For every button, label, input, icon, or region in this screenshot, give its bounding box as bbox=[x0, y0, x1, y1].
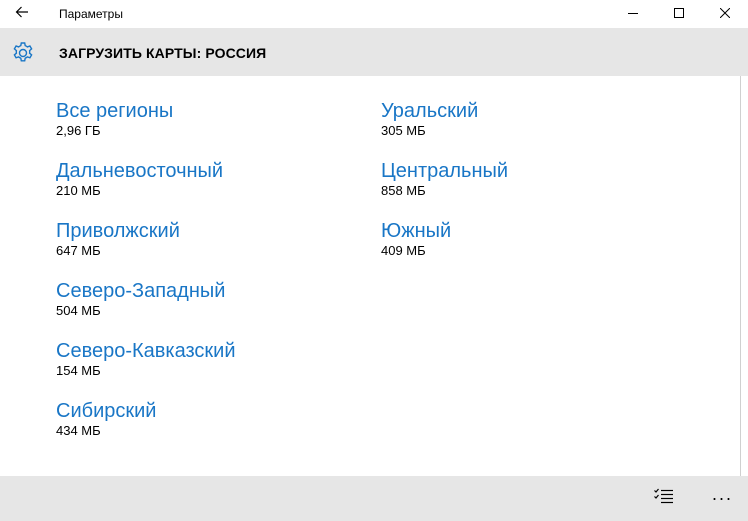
region-name: Северо-Кавказский bbox=[56, 340, 236, 362]
region-size: 2,96 ГБ bbox=[56, 123, 101, 138]
region-item-siberian[interactable]: Сибирский 434 МБ bbox=[56, 398, 236, 458]
region-item-ural[interactable]: Уральский 305 МБ bbox=[381, 98, 508, 158]
region-name: Сибирский bbox=[56, 400, 157, 422]
back-button[interactable] bbox=[0, 0, 44, 28]
region-item-central[interactable]: Центральный 858 МБ bbox=[381, 158, 508, 218]
region-name: Дальневосточный bbox=[56, 160, 224, 182]
maximize-button[interactable] bbox=[656, 0, 702, 28]
region-size: 504 МБ bbox=[56, 303, 101, 318]
page-title: ЗАГРУЗИТЬ КАРТЫ: РОССИЯ bbox=[59, 45, 267, 61]
region-item-north-caucasian[interactable]: Северо-Кавказский 154 МБ bbox=[56, 338, 236, 398]
region-column-left: Все регионы 2,96 ГБ Дальневосточный 210 … bbox=[56, 98, 236, 458]
page-header: ЗАГРУЗИТЬ КАРТЫ: РОССИЯ bbox=[0, 28, 748, 76]
close-icon bbox=[719, 5, 731, 23]
region-name: Уральский bbox=[381, 100, 479, 122]
region-size: 305 МБ bbox=[381, 123, 426, 138]
region-list: Все регионы 2,96 ГБ Дальневосточный 210 … bbox=[0, 76, 740, 476]
select-button[interactable] bbox=[642, 476, 686, 521]
minimize-button[interactable] bbox=[610, 0, 656, 28]
region-size: 154 МБ bbox=[56, 363, 101, 378]
region-name: Северо-Западный bbox=[56, 280, 226, 302]
region-name: Центральный bbox=[381, 160, 509, 182]
region-column-right: Уральский 305 МБ Центральный 858 МБ Южны… bbox=[381, 98, 508, 278]
region-size: 434 МБ bbox=[56, 423, 101, 438]
window-title: Параметры bbox=[59, 7, 123, 21]
scroll-edge bbox=[740, 76, 748, 476]
region-name: Приволжский bbox=[56, 220, 180, 242]
region-name: Все регионы bbox=[56, 100, 174, 122]
gear-icon bbox=[10, 40, 36, 66]
arrow-left-icon bbox=[15, 5, 29, 23]
more-button[interactable]: ··· bbox=[700, 476, 744, 521]
region-size: 858 МБ bbox=[381, 183, 426, 198]
region-item-northwestern[interactable]: Северо-Западный 504 МБ bbox=[56, 278, 236, 338]
more-icon: ··· bbox=[711, 488, 733, 508]
maximize-icon bbox=[674, 5, 684, 23]
close-button[interactable] bbox=[702, 0, 748, 28]
multi-select-icon bbox=[654, 488, 674, 509]
region-name: Южный bbox=[381, 220, 452, 242]
region-item-all[interactable]: Все регионы 2,96 ГБ bbox=[56, 98, 236, 158]
region-size: 647 МБ bbox=[56, 243, 101, 258]
region-size: 409 МБ bbox=[381, 243, 426, 258]
region-size: 210 МБ bbox=[56, 183, 101, 198]
region-item-southern[interactable]: Южный 409 МБ bbox=[381, 218, 508, 278]
minimize-icon bbox=[628, 5, 638, 23]
region-item-volga[interactable]: Приволжский 647 МБ bbox=[56, 218, 236, 278]
app-bar: ··· bbox=[0, 476, 748, 521]
title-bar: Параметры bbox=[0, 0, 748, 28]
region-item-far-eastern[interactable]: Дальневосточный 210 МБ bbox=[56, 158, 236, 218]
